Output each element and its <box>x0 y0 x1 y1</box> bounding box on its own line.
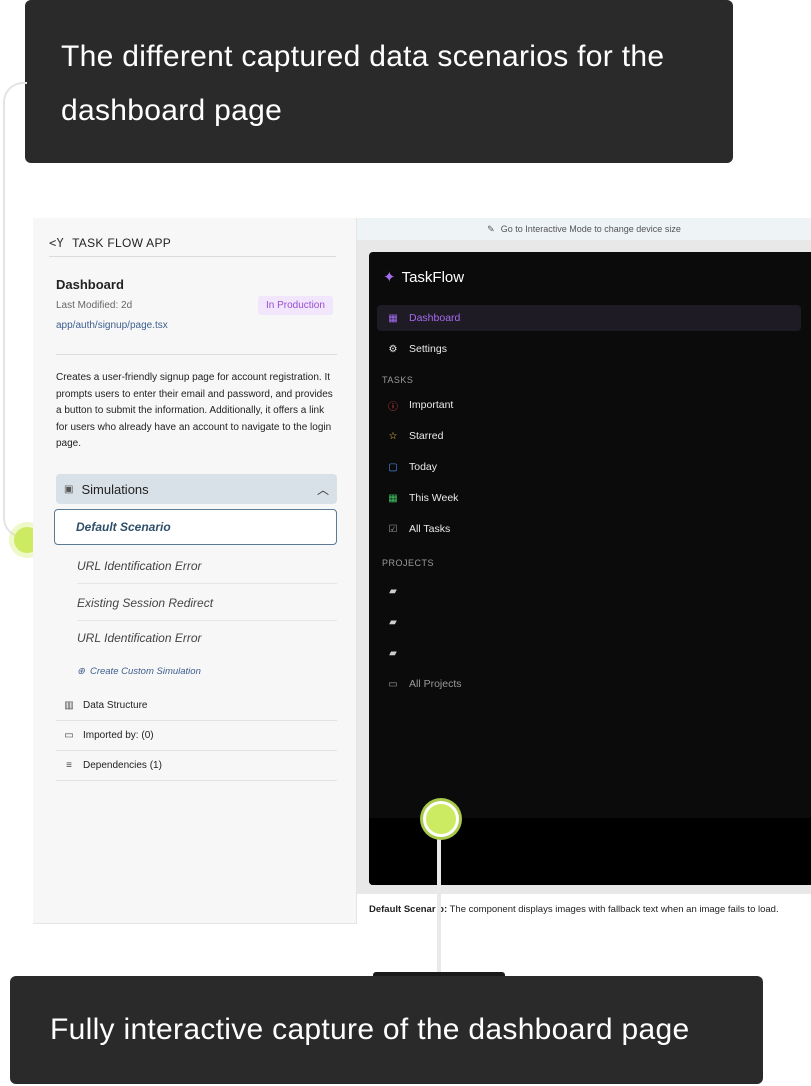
caption-text: The component displays images with fallb… <box>447 904 779 915</box>
simulations-accordion-header[interactable]: ▣ Simulations ︿ <box>56 474 337 504</box>
brand-logo[interactable]: ✦ TaskFlow <box>383 268 465 287</box>
simulations-label: Simulations <box>81 481 149 497</box>
projects-section-header: PROJECTS <box>382 558 435 568</box>
nav-label: Today <box>409 461 438 473</box>
star-icon: ☆ <box>388 430 398 442</box>
folder-icon: ▰ <box>389 585 397 597</box>
last-modified: Last Modified: 2d <box>56 300 133 311</box>
alert-circle-icon: ⓘ <box>388 401 398 413</box>
app-name: TASK FLOW APP <box>72 236 172 250</box>
nav-item-starred[interactable]: ☆ Starred <box>377 423 801 449</box>
checkbox-icon: ☑ <box>388 523 398 535</box>
project-item[interactable]: ▰ <box>377 640 801 666</box>
tasks-section-header: TASKS <box>382 375 414 385</box>
left-panel: <Y TASK FLOW APP Dashboard Last Modified… <box>33 218 357 924</box>
pencil-icon: ✎ <box>487 223 495 234</box>
device-preview[interactable]: ✦ TaskFlow ▦ Dashboard ⚙ Settings TASKS … <box>369 252 811 885</box>
database-icon: ▥ <box>64 700 74 711</box>
connector-line-bottom <box>437 832 441 978</box>
component-description: Creates a user-friendly signup page for … <box>56 372 333 449</box>
nav-label: All Projects <box>409 678 462 690</box>
grid-icon: ▦ <box>388 312 398 324</box>
gear-icon: ⚙ <box>388 343 398 355</box>
scenario-item[interactable]: URL Identification Error <box>77 548 337 584</box>
monitor-icon: ▭ <box>64 730 74 741</box>
nav-label: All Tasks <box>409 523 451 535</box>
dependencies-row[interactable]: ≡ Dependencies (1) <box>56 751 337 781</box>
nav-label: Important <box>409 399 454 411</box>
nav-item-this-week[interactable]: ▦ This Week <box>377 485 801 511</box>
nav-label: Settings <box>409 343 447 355</box>
sparkle-icon: ✦ <box>383 269 396 286</box>
scenario-item[interactable]: Existing Session Redirect <box>77 585 337 621</box>
create-custom-label: Create Custom Simulation <box>89 666 201 677</box>
list-icon: ≡ <box>66 760 72 771</box>
nav-item-all-tasks[interactable]: ☑ All Tasks <box>377 516 801 542</box>
folder-icon: ▰ <box>389 647 397 659</box>
plus-circle-icon: ⊕ <box>77 666 85 677</box>
meta-label: Dependencies (1) <box>83 760 162 771</box>
project-item[interactable]: ▰ <box>377 609 801 635</box>
page-title: Dashboard <box>56 277 124 292</box>
scenario-item[interactable]: URL Identification Error <box>77 620 337 656</box>
code-icon: <Y <box>49 236 65 250</box>
data-structure-row[interactable]: ▥ Data Structure <box>56 691 337 721</box>
folder-icon: ▰ <box>389 616 397 628</box>
hint-text: Go to Interactive Mode to change device … <box>500 224 681 234</box>
divider <box>56 354 337 355</box>
simulation-icon: ▣ <box>64 483 74 495</box>
highlight-dot-preview <box>423 801 459 837</box>
nav-item-important[interactable]: ⓘ Important <box>377 392 801 418</box>
create-custom-simulation-button[interactable]: ⊕ Create Custom Simulation <box>77 666 201 677</box>
app-header: <Y TASK FLOW APP <box>49 230 336 257</box>
status-badge: In Production <box>258 296 333 315</box>
folder-open-icon: ▭ <box>388 678 398 690</box>
project-item[interactable]: ▰ <box>377 578 801 604</box>
nav-label: Starred <box>409 430 444 442</box>
caption-title: Default Scenar o: <box>369 904 448 915</box>
interactive-mode-hint[interactable]: ✎ Go to Interactive Mode to change devic… <box>357 218 811 240</box>
scenario-item-selected[interactable]: Default Scenario <box>54 509 337 545</box>
callout-top: The different captured data scenarios fo… <box>25 0 733 163</box>
connector-line-left <box>3 82 27 538</box>
nav-item-today[interactable]: ▢ Today <box>377 454 801 480</box>
imported-by-row[interactable]: ▭ Imported by: (0) <box>56 721 337 751</box>
calendar-week-icon: ▦ <box>388 492 398 504</box>
meta-label: Data Structure <box>83 700 148 711</box>
nav-item-settings[interactable]: ⚙ Settings <box>377 336 801 362</box>
calendar-icon: ▢ <box>388 461 398 473</box>
scenario-caption: Default Scenar o: The component displays… <box>369 904 809 915</box>
callout-bottom: Fully interactive capture of the dashboa… <box>10 976 763 1084</box>
brand-name: TaskFlow <box>401 268 465 286</box>
meta-label: Imported by: (0) <box>83 730 154 741</box>
chevron-up-icon[interactable]: ︿ <box>317 481 329 498</box>
nav-label: Dashboard <box>409 312 461 324</box>
nav-item-all-projects[interactable]: ▭ All Projects <box>377 671 801 697</box>
nav-label: This Week <box>409 492 459 504</box>
file-path-link[interactable]: app/auth/signup/page.tsx <box>56 320 168 331</box>
nav-item-dashboard[interactable]: ▦ Dashboard <box>377 305 801 331</box>
